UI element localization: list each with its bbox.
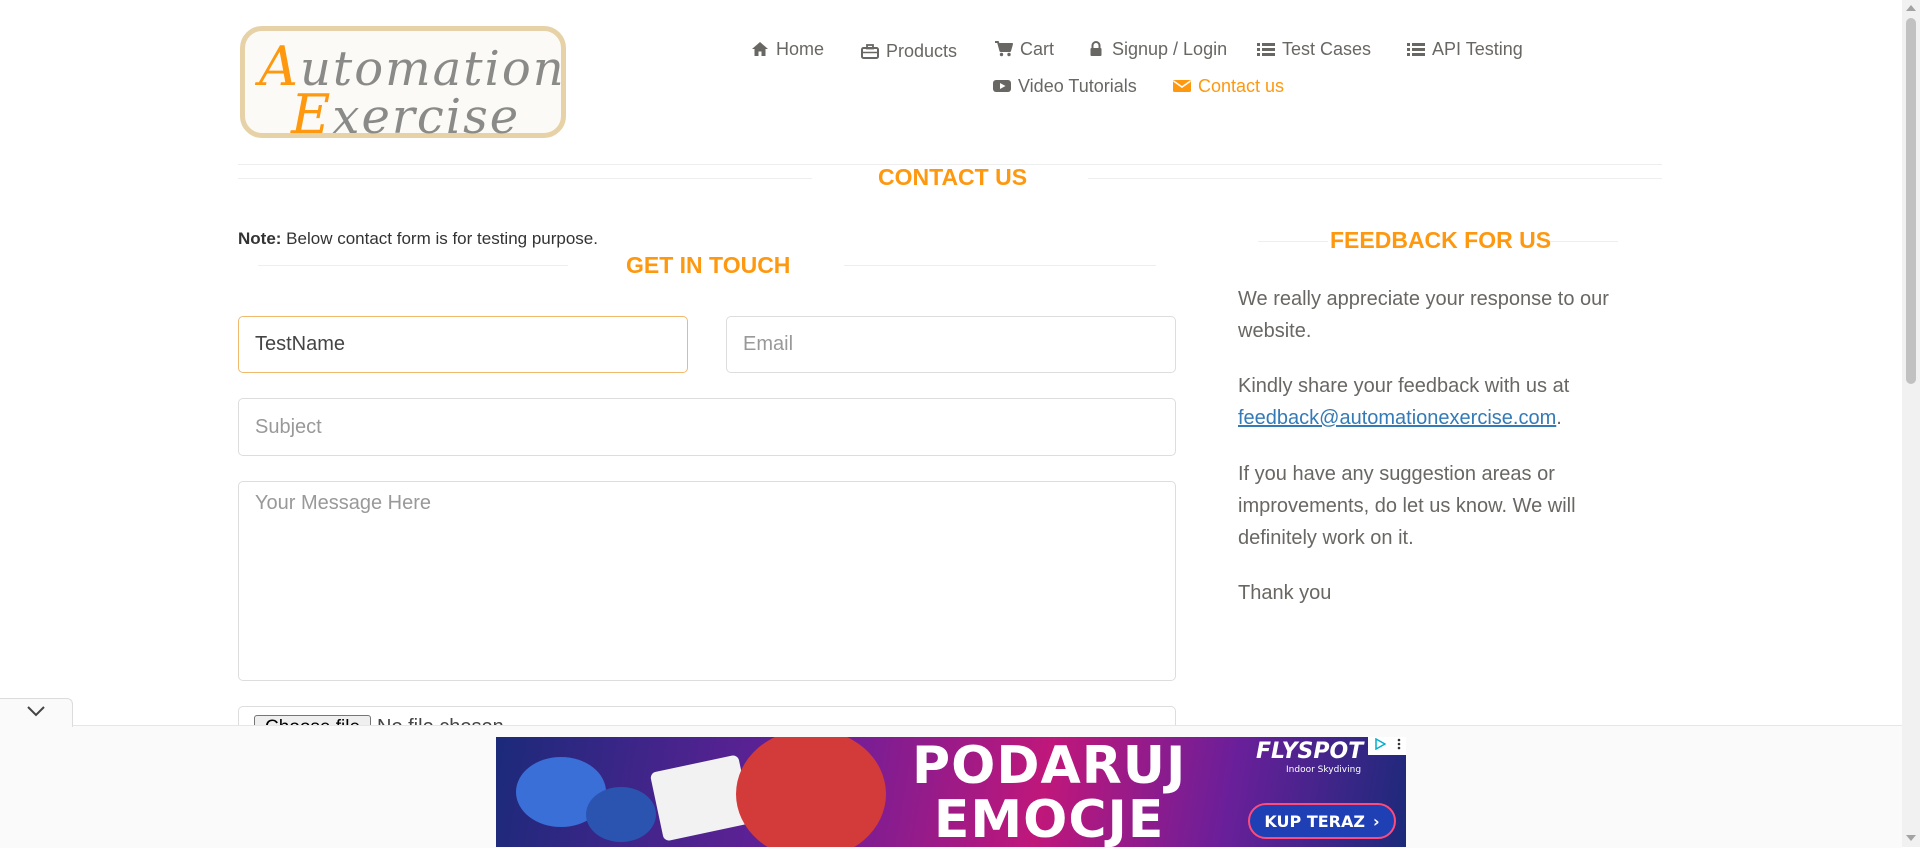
ad-banner[interactable]: PODARUJ EMOCJE FLYSPOT Indoor Skydiving K…: [496, 737, 1406, 847]
nav-contact-us[interactable]: Contact us: [1172, 73, 1284, 99]
nav-test-cases[interactable]: Test Cases: [1256, 36, 1371, 62]
ad-brand-sub: Indoor Skydiving: [1286, 765, 1362, 775]
ad-person-image: [736, 737, 886, 847]
nav-test-cases-label: Test Cases: [1282, 38, 1372, 59]
message-field[interactable]: [238, 481, 1176, 681]
site-logo[interactable]: Automation Exercise: [240, 26, 566, 146]
feedback-email-link[interactable]: feedback@automationexercise.com: [1238, 407, 1556, 429]
form-note: Note: Below contact form is for testing …: [238, 229, 598, 248]
nav-contact-us-label: Contact us: [1198, 75, 1285, 96]
get-in-touch-heading: Get In Touch: [626, 252, 791, 278]
feedback-paragraph-4: Thank you: [1238, 582, 1332, 604]
ad-brand: FLYSPOT: [1256, 739, 1364, 764]
nav-cart[interactable]: Cart: [994, 36, 1054, 62]
nav-products[interactable]: Products: [860, 38, 957, 64]
name-field[interactable]: [238, 316, 688, 373]
chevron-down-icon: [26, 704, 46, 722]
feedback-heading: Feedback For Us: [1330, 227, 1552, 253]
scroll-thumb[interactable]: [1906, 18, 1916, 384]
heading-rule-left: [258, 265, 568, 266]
nav-home[interactable]: Home: [750, 36, 824, 62]
ad-headline: PODARUJ EMOCJE: [912, 737, 1187, 847]
ad-collapse-toggle[interactable]: [0, 698, 73, 727]
list-icon: [1256, 40, 1276, 58]
ad-choices[interactable]: [1368, 737, 1406, 755]
lock-icon: [1086, 40, 1106, 58]
feedback-paragraph-2: Kindly share your feedback with us at fe…: [1238, 375, 1570, 429]
page-title: Contact Us: [878, 164, 1028, 190]
nav-signup-login-label: Signup / Login: [1112, 38, 1228, 59]
more-options-icon: [1397, 737, 1401, 755]
title-rule-left: [238, 178, 812, 179]
nav-api-testing-label: API Testing: [1432, 38, 1523, 59]
nav-signup-login[interactable]: Signup / Login: [1086, 36, 1227, 62]
scroll-down-arrow[interactable]: [1906, 835, 1916, 841]
list-icon: [1406, 40, 1426, 58]
nav-products-label: Products: [886, 40, 958, 61]
page-scrollbar[interactable]: [1902, 0, 1920, 847]
cart-icon: [994, 40, 1014, 58]
heading-rule-right: [844, 265, 1156, 266]
email-field[interactable]: [726, 316, 1176, 373]
title-rule-right: [1088, 178, 1662, 179]
chevron-right-icon: ›: [1372, 811, 1380, 831]
scroll-up-arrow[interactable]: [1906, 5, 1916, 11]
feedback-paragraph-1: We really appreciate your response to ou…: [1238, 288, 1609, 342]
home-icon: [750, 40, 770, 58]
envelope-icon: [1172, 77, 1192, 95]
nav-cart-label: Cart: [1020, 38, 1055, 59]
nav-video-tutorials[interactable]: Video Tutorials: [992, 73, 1137, 99]
ad-skydiver-image-2: [586, 787, 656, 842]
nav-video-tutorials-label: Video Tutorials: [1018, 75, 1137, 96]
nav-api-testing[interactable]: API Testing: [1406, 36, 1523, 62]
nav-home-label: Home: [776, 38, 825, 59]
adchoices-icon: [1374, 737, 1387, 755]
subject-field[interactable]: [238, 398, 1176, 456]
briefcase-icon: [860, 42, 880, 60]
logo-line-2: Exercise: [291, 83, 521, 146]
feedback-rule-left: [1258, 241, 1328, 242]
ad-cta-button[interactable]: KUP TERAZ ›: [1248, 803, 1396, 839]
youtube-icon: [992, 77, 1012, 95]
feedback-paragraph-3: If you have any suggestion areas or impr…: [1238, 463, 1576, 549]
feedback-rule-right: [1548, 241, 1618, 242]
